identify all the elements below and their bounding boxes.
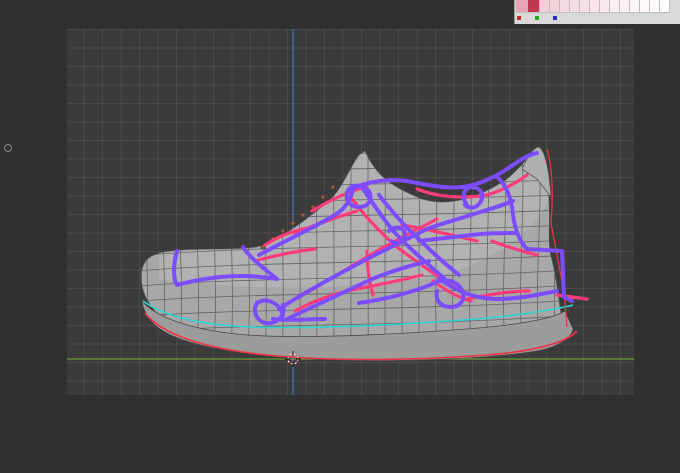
palette-swatch[interactable] xyxy=(580,0,590,13)
viewport-scene xyxy=(67,29,634,395)
palette-swatch[interactable] xyxy=(590,0,600,13)
object-origin-indicator[interactable] xyxy=(4,144,12,152)
palette-swatch[interactable] xyxy=(660,0,670,13)
palette-swatch[interactable] xyxy=(650,0,660,13)
channel-indicator xyxy=(553,16,557,20)
3d-viewport[interactable] xyxy=(67,29,634,395)
palette-swatch[interactable] xyxy=(570,0,580,13)
palette-swatch[interactable] xyxy=(516,0,528,13)
palette-swatch[interactable] xyxy=(528,0,540,13)
color-palette-panel[interactable] xyxy=(514,0,680,24)
palette-swatch[interactable] xyxy=(560,0,570,13)
channel-indicators xyxy=(517,15,679,22)
palette-swatch[interactable] xyxy=(600,0,610,13)
swatch-row xyxy=(516,0,670,13)
channel-indicator xyxy=(517,16,521,20)
palette-swatch[interactable] xyxy=(620,0,630,13)
palette-swatch[interactable] xyxy=(640,0,650,13)
palette-swatch[interactable] xyxy=(630,0,640,13)
channel-indicator xyxy=(535,16,539,20)
shoe-mesh[interactable] xyxy=(127,139,587,369)
workspace xyxy=(0,0,680,473)
palette-swatch[interactable] xyxy=(540,0,550,13)
palette-swatch[interactable] xyxy=(550,0,560,13)
palette-swatch[interactable] xyxy=(610,0,620,13)
